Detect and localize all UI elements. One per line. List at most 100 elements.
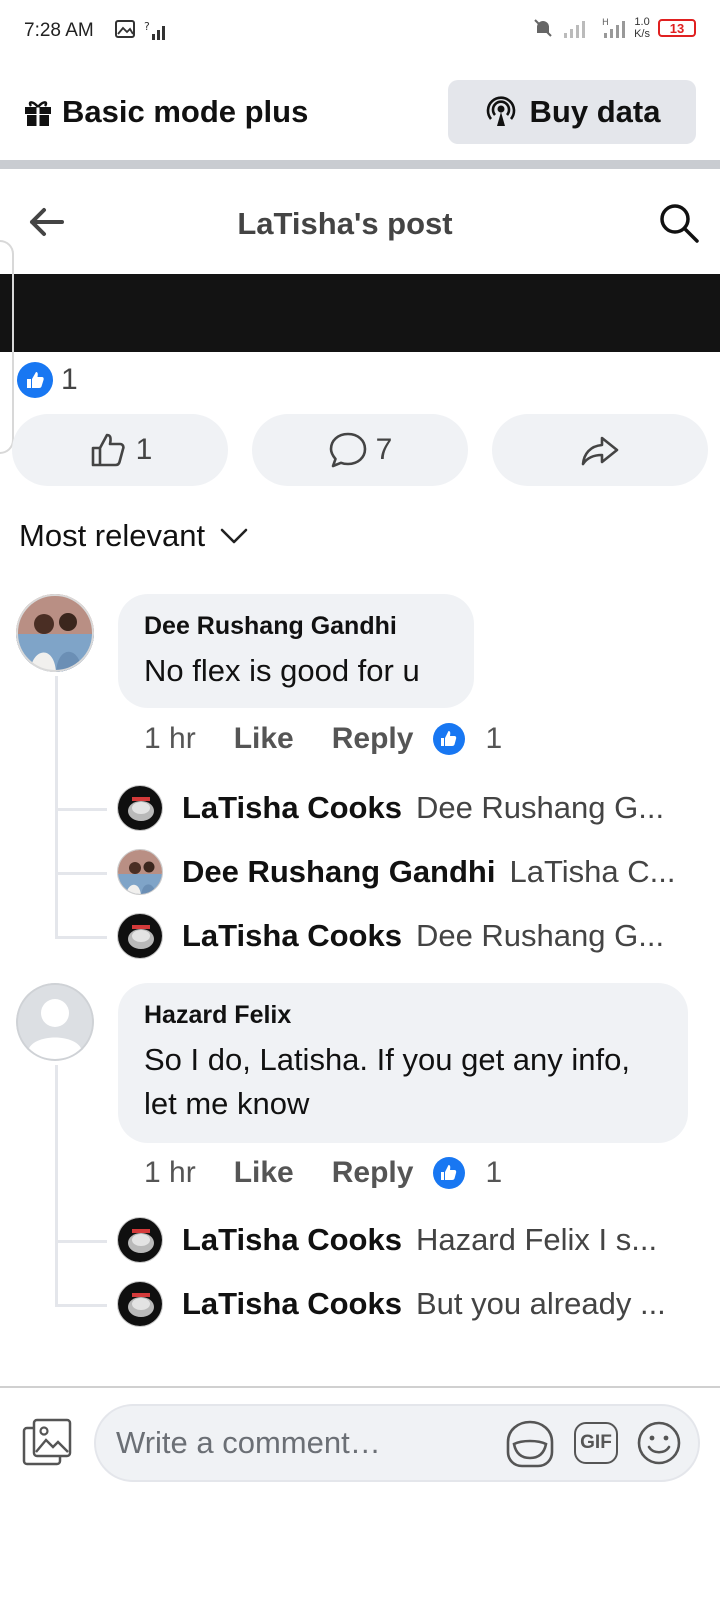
comment-reaction-count: 1 xyxy=(485,1156,503,1189)
reply-author: LaTisha Cooks xyxy=(182,790,402,825)
post-header: LaTisha's post xyxy=(0,172,720,272)
comment-bubble[interactable]: Dee Rushang Gandhi No flex is good for u xyxy=(118,594,474,708)
comment-reply-link[interactable]: Reply xyxy=(332,722,414,756)
sticker-icon[interactable] xyxy=(504,1418,556,1470)
reply-preview[interactable]: LaTisha Cooks But you already ... xyxy=(182,1286,666,1322)
comment-meta: 1 hr Like Reply 1 xyxy=(144,1156,502,1190)
thread-line xyxy=(55,676,58,938)
thumbs-up-icon xyxy=(91,433,125,467)
comment-like-link[interactable]: Like xyxy=(234,1156,294,1190)
status-right-icons: H 1.0 K/s 13 xyxy=(532,16,696,40)
reply-preview[interactable]: LaTisha Cooks Dee Rushang G... xyxy=(182,918,664,954)
avatar-photo xyxy=(118,1218,162,1262)
search-icon[interactable] xyxy=(658,202,700,244)
like-reaction-icon xyxy=(17,362,53,398)
reply-author: LaTisha Cooks xyxy=(182,918,402,953)
avatar-photo xyxy=(16,594,94,672)
thread-branch xyxy=(55,808,107,811)
photo-icon[interactable] xyxy=(22,1418,74,1468)
like-reaction-icon xyxy=(433,723,466,755)
status-bar: 7:28 AM ? H 1.0 K/s 13 xyxy=(0,0,720,64)
gif-button[interactable]: GIF xyxy=(574,1422,618,1464)
avatar-photo xyxy=(118,786,162,830)
emoji-icon[interactable] xyxy=(636,1420,682,1466)
reply-preview[interactable]: Dee Rushang Gandhi LaTisha C... xyxy=(182,854,675,890)
svg-text:H: H xyxy=(602,18,609,28)
buy-data-button[interactable]: Buy data xyxy=(448,80,696,144)
mute-icon xyxy=(534,19,552,37)
reaction-count: 1 xyxy=(61,363,78,396)
reply-author: Dee Rushang Gandhi xyxy=(182,854,496,889)
comment-bubble-icon xyxy=(329,432,366,468)
reply-text: Dee Rushang G... xyxy=(415,918,665,953)
comment-text-line: So I do, Latisha. If you get any info, xyxy=(144,1042,630,1077)
battery-indicator: 13 xyxy=(658,19,696,37)
status-time: 7:28 AM xyxy=(24,20,94,41)
comment-count: 7 xyxy=(375,433,393,466)
default-avatar-icon xyxy=(16,983,94,1061)
basic-mode-label: Basic mode plus xyxy=(62,94,309,129)
thread-branch xyxy=(55,1304,107,1307)
network-speed: 1.0 K/s xyxy=(634,16,650,40)
comment-author[interactable]: Hazard Felix xyxy=(144,1001,662,1030)
post-media-preview[interactable] xyxy=(0,274,720,352)
avatar-photo xyxy=(118,850,162,894)
sort-label: Most relevant xyxy=(19,518,206,553)
comment-time[interactable]: 1 hr xyxy=(144,1156,196,1190)
reply-text: But you already ... xyxy=(415,1286,666,1321)
comment-bubble[interactable]: Hazard Felix So I do, Latisha. If you ge… xyxy=(118,983,688,1143)
gift-icon xyxy=(25,101,51,126)
like-count: 1 xyxy=(135,433,153,466)
status-left-icons: ? xyxy=(114,18,170,42)
comment-reply-link[interactable]: Reply xyxy=(332,1156,414,1190)
svg-text:?: ? xyxy=(144,20,150,33)
like-button[interactable]: 1 xyxy=(12,414,228,486)
reaction-summary[interactable]: 1 xyxy=(17,362,78,398)
reply-text: Dee Rushang G... xyxy=(415,790,665,825)
avatar-photo xyxy=(118,914,162,958)
comment-composer[interactable]: GIF xyxy=(94,1404,700,1482)
avatar-dee-rushang-gandhi[interactable] xyxy=(16,594,94,672)
avatar-dee-rushang-gandhi[interactable] xyxy=(117,849,163,895)
signal-h-icon: H xyxy=(602,18,626,38)
reply-preview[interactable]: LaTisha Cooks Hazard Felix I s... xyxy=(182,1222,657,1258)
reply-author: LaTisha Cooks xyxy=(182,1222,402,1257)
chevron-down-icon xyxy=(220,528,248,544)
avatar-latisha-cooks[interactable] xyxy=(117,913,163,959)
reply-text: Hazard Felix I s... xyxy=(415,1222,658,1257)
comment-like-link[interactable]: Like xyxy=(234,722,294,756)
avatar-hazard-felix[interactable] xyxy=(16,983,94,1061)
section-divider xyxy=(0,160,720,169)
comment-text-line: let me know xyxy=(144,1086,310,1121)
basic-mode-title: Basic mode plus xyxy=(22,94,308,130)
broadcast-icon xyxy=(486,96,515,126)
basic-mode-bar: Basic mode plus Buy data xyxy=(0,72,720,158)
composer-divider xyxy=(0,1386,720,1388)
gif-label: GIF xyxy=(580,1432,612,1453)
gallery-notification-icon xyxy=(115,20,135,38)
thread-branch xyxy=(55,872,107,875)
comment-text: No flex is good for u xyxy=(144,653,420,688)
share-button[interactable] xyxy=(492,414,708,486)
thread-line xyxy=(55,1065,58,1307)
avatar-latisha-cooks[interactable] xyxy=(117,1281,163,1327)
buy-data-label: Buy data xyxy=(529,94,661,129)
page-title: LaTisha's post xyxy=(237,206,453,241)
share-arrow-icon xyxy=(581,436,619,466)
thread-branch xyxy=(55,936,107,939)
comment-meta: 1 hr Like Reply 1 xyxy=(144,722,502,756)
signal-bars-icon xyxy=(564,21,586,38)
sort-dropdown[interactable]: Most relevant xyxy=(19,518,249,554)
comment-author[interactable]: Dee Rushang Gandhi xyxy=(144,612,448,641)
reply-text: LaTisha C... xyxy=(509,854,676,889)
reply-preview[interactable]: LaTisha Cooks Dee Rushang G... xyxy=(182,790,664,826)
avatar-latisha-cooks[interactable] xyxy=(117,1217,163,1263)
comment-reaction-count: 1 xyxy=(485,722,503,755)
avatar-photo xyxy=(118,1282,162,1326)
thread-branch xyxy=(55,1240,107,1243)
signal-question-icon: ? xyxy=(144,20,165,40)
comment-button[interactable]: 7 xyxy=(252,414,468,486)
avatar-latisha-cooks[interactable] xyxy=(117,785,163,831)
comment-input[interactable] xyxy=(116,1420,476,1466)
comment-time[interactable]: 1 hr xyxy=(144,722,196,756)
